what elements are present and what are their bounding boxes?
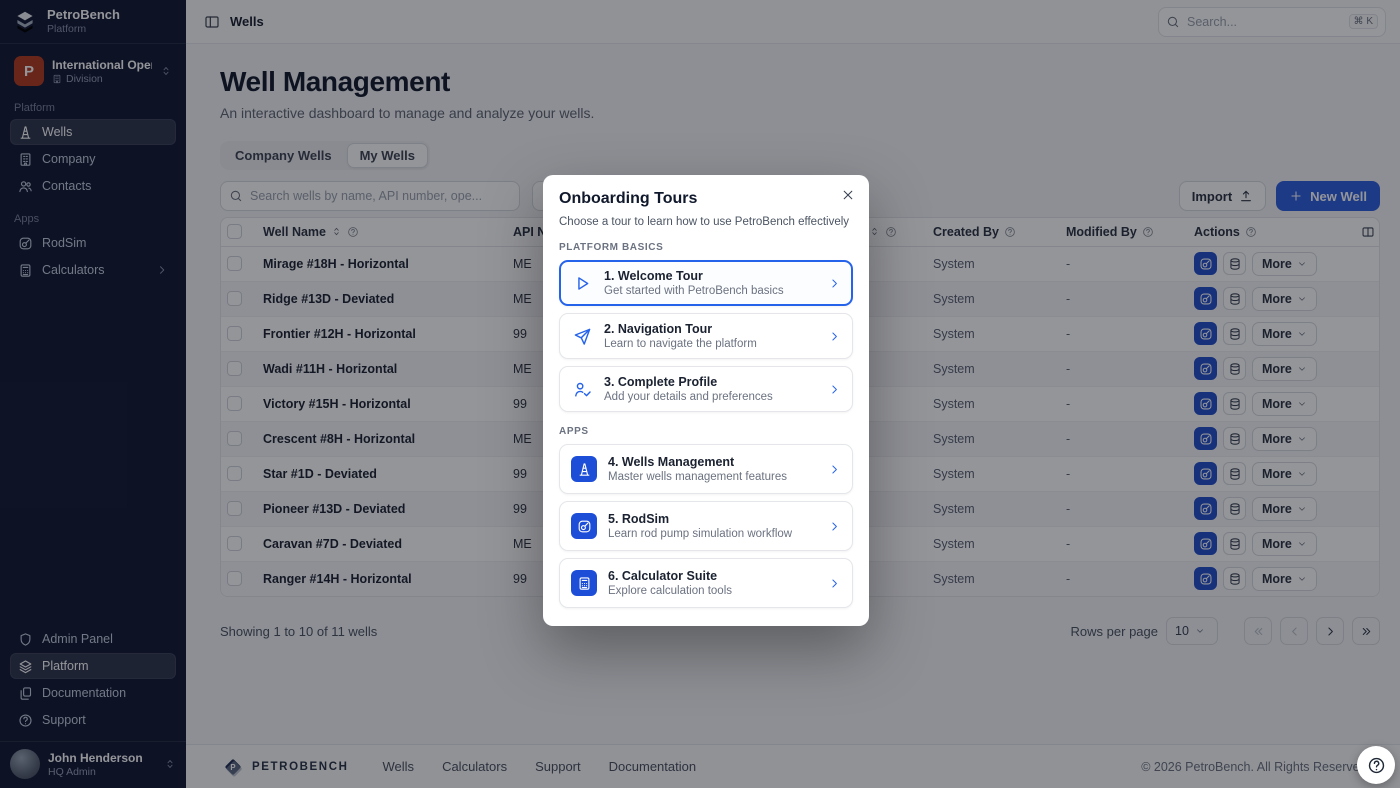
close-button[interactable] xyxy=(839,186,857,204)
chevron-right-icon xyxy=(828,463,841,476)
tour-description: Explore calculation tools xyxy=(608,585,732,597)
onboarding-tours-modal: Onboarding Tours Choose a tour to learn … xyxy=(543,175,869,626)
chevron-right-icon xyxy=(828,520,841,533)
tour-title: 4. Wells Management xyxy=(608,455,787,469)
tour-description: Master wells management features xyxy=(608,471,787,483)
pumpjack-icon xyxy=(571,513,597,539)
chevron-right-icon xyxy=(828,330,841,343)
help-fab-button[interactable] xyxy=(1357,746,1395,784)
chevron-right-icon xyxy=(828,383,841,396)
tour-description: Learn to navigate the platform xyxy=(604,338,757,350)
tour-list-apps: 4. Wells Management Master wells managem… xyxy=(559,444,853,608)
tour-description: Get started with PetroBench basics xyxy=(604,285,784,297)
calculator-icon xyxy=(571,570,597,596)
modal-subtitle: Choose a tour to learn how to use PetroB… xyxy=(559,216,853,228)
tour-description: Add your details and preferences xyxy=(604,391,773,403)
app-window: PetroBench Platform P International Oper… xyxy=(0,0,1400,788)
help-circle-icon xyxy=(1367,756,1386,775)
play-icon xyxy=(571,272,593,294)
tour-list-basics: 1. Welcome Tour Get started with PetroBe… xyxy=(559,260,853,412)
chevron-right-icon xyxy=(828,577,841,590)
tour-title: 5. RodSim xyxy=(608,512,792,526)
tour-title: 3. Complete Profile xyxy=(604,375,773,389)
tour-card[interactable]: 5. RodSim Learn rod pump simulation work… xyxy=(559,501,853,551)
tour-title: 6. Calculator Suite xyxy=(608,569,732,583)
section-label-platform-basics: PLATFORM BASICS xyxy=(559,242,853,253)
tour-card[interactable]: 3. Complete Profile Add your details and… xyxy=(559,366,853,412)
tour-title: 2. Navigation Tour xyxy=(604,322,757,336)
derrick-icon xyxy=(571,456,597,482)
tour-description: Learn rod pump simulation workflow xyxy=(608,528,792,540)
close-icon xyxy=(841,188,855,202)
chevron-right-icon xyxy=(828,277,841,290)
tour-card[interactable]: 6. Calculator Suite Explore calculation … xyxy=(559,558,853,608)
modal-title: Onboarding Tours xyxy=(559,190,853,208)
section-label-apps: APPS xyxy=(559,426,853,437)
tour-card[interactable]: 2. Navigation Tour Learn to navigate the… xyxy=(559,313,853,359)
navigation-icon xyxy=(571,325,593,347)
tour-title: 1. Welcome Tour xyxy=(604,269,784,283)
tour-card[interactable]: 1. Welcome Tour Get started with PetroBe… xyxy=(559,260,853,306)
tour-card[interactable]: 4. Wells Management Master wells managem… xyxy=(559,444,853,494)
user-check-icon xyxy=(571,378,593,400)
